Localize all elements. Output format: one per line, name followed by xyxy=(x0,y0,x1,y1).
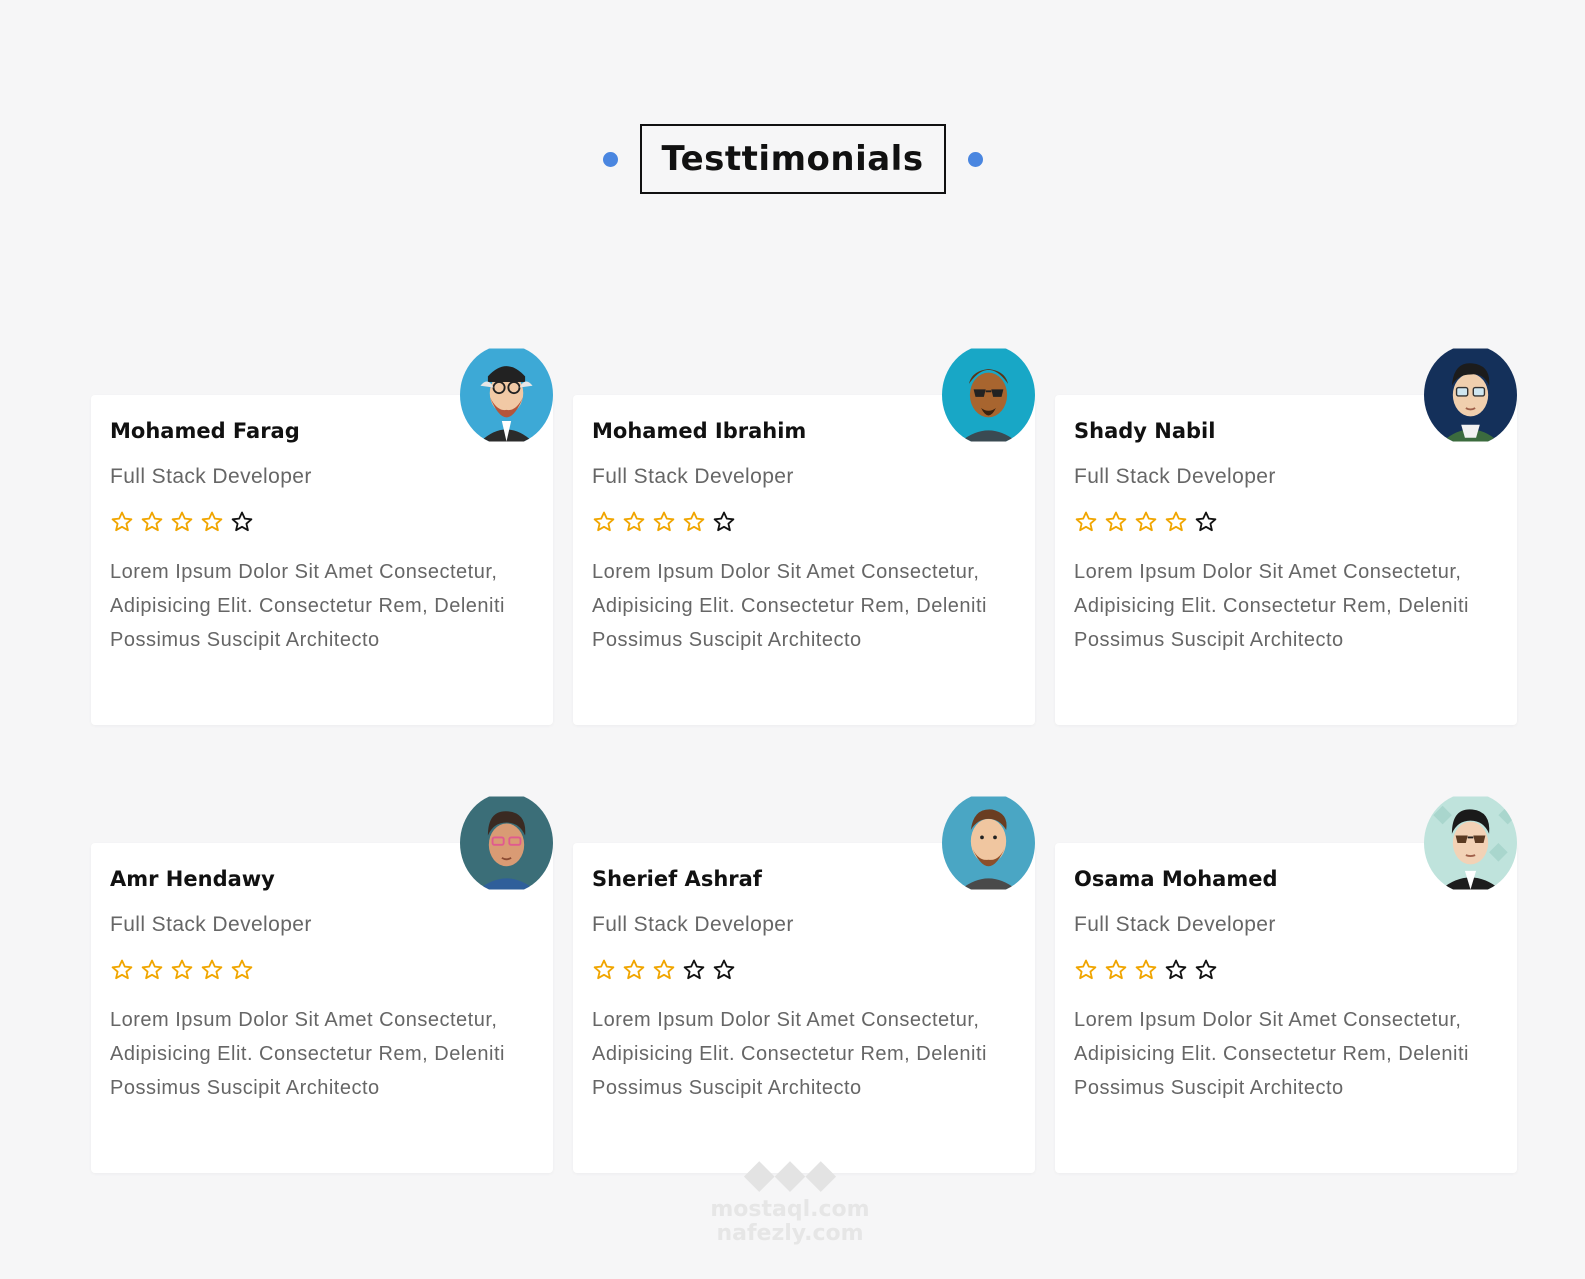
star-rating xyxy=(592,509,1016,535)
watermark-line-2: nafezly.com xyxy=(716,1221,864,1246)
star-filled-icon xyxy=(683,511,705,532)
person-role: Full Stack Developer xyxy=(110,913,312,936)
person-role: Full Stack Developer xyxy=(1074,913,1276,936)
testimonial-text: Lorem Ipsum Dolor Sit Amet Consectetur, … xyxy=(110,561,505,651)
testimonial-text: Lorem Ipsum Dolor Sit Amet Consectetur, … xyxy=(110,1009,505,1099)
bearded-man-avatar xyxy=(942,793,1035,893)
person-role: Full Stack Developer xyxy=(592,913,794,936)
star-empty-icon xyxy=(713,959,735,980)
star-filled-icon xyxy=(623,511,645,532)
sunglasses-suit-man-avatar xyxy=(1424,793,1517,893)
testimonial-card: Shady Nabil Full Stack Developer Lorem I… xyxy=(1055,345,1517,771)
watermark: ◆◆◆ mostaql.com nafezly.com xyxy=(690,1150,890,1246)
star-rating xyxy=(592,957,1016,983)
testimonial-text: Lorem Ipsum Dolor Sit Amet Consectetur, … xyxy=(592,1009,987,1099)
star-filled-icon xyxy=(593,959,615,980)
star-filled-icon xyxy=(111,511,133,532)
card-body: Amr Hendawy Full Stack Developer Lorem I… xyxy=(91,843,553,1173)
star-rating xyxy=(1074,509,1498,535)
testimonial-text: Lorem Ipsum Dolor Sit Amet Consectetur, … xyxy=(1074,561,1469,651)
star-empty-icon xyxy=(1165,959,1187,980)
left-dot-decoration xyxy=(602,151,618,167)
star-filled-icon xyxy=(231,959,253,980)
section-title: Testtimonials xyxy=(639,124,946,194)
star-empty-icon xyxy=(1195,511,1217,532)
star-empty-icon xyxy=(713,511,735,532)
star-filled-icon xyxy=(141,511,163,532)
star-filled-icon xyxy=(1105,511,1127,532)
star-empty-icon xyxy=(683,959,705,980)
testimonial-card: Mohamed Ibrahim Full Stack Developer Lor… xyxy=(573,345,1035,771)
star-filled-icon xyxy=(1075,511,1097,532)
testimonials-grid: Mohamed Farag Full Stack Developer Lorem… xyxy=(91,345,1517,1219)
star-rating xyxy=(1074,957,1498,983)
right-dot-decoration xyxy=(967,151,983,167)
testimonial-card: Osama Mohamed Full Stack Developer Lorem… xyxy=(1055,793,1517,1219)
section-header: Testtimonials xyxy=(0,124,1585,194)
testimonial-card: Amr Hendawy Full Stack Developer Lorem I… xyxy=(91,793,553,1219)
person-role: Full Stack Developer xyxy=(592,465,794,488)
star-rating xyxy=(110,957,534,983)
star-filled-icon xyxy=(201,511,223,532)
watermark-logo: ◆◆◆ xyxy=(743,1151,837,1197)
card-body: Mohamed Farag Full Stack Developer Lorem… xyxy=(91,395,553,725)
pink-glasses-man-avatar xyxy=(460,793,553,893)
testimonial-text: Lorem Ipsum Dolor Sit Amet Consectetur, … xyxy=(1074,1009,1469,1099)
glasses-man-avatar xyxy=(1424,345,1517,445)
star-filled-icon xyxy=(653,959,675,980)
watermark-line-1: mostaql.com xyxy=(710,1197,870,1222)
hipster-glasses-beard-avatar xyxy=(460,345,553,445)
star-empty-icon xyxy=(1195,959,1217,980)
star-filled-icon xyxy=(1135,959,1157,980)
star-empty-icon xyxy=(231,511,253,532)
testimonial-card: Mohamed Farag Full Stack Developer Lorem… xyxy=(91,345,553,771)
star-filled-icon xyxy=(1135,511,1157,532)
star-filled-icon xyxy=(623,959,645,980)
star-filled-icon xyxy=(111,959,133,980)
testimonial-text: Lorem Ipsum Dolor Sit Amet Consectetur, … xyxy=(592,561,987,651)
star-filled-icon xyxy=(171,511,193,532)
person-role: Full Stack Developer xyxy=(110,465,312,488)
testimonials-page: Testtimonials Mohamed Farag Full Stack D… xyxy=(0,0,1585,1279)
star-filled-icon xyxy=(1165,511,1187,532)
person-role: Full Stack Developer xyxy=(1074,465,1276,488)
sunglasses-man-avatar xyxy=(942,345,1035,445)
star-rating xyxy=(110,509,534,535)
card-body: Mohamed Ibrahim Full Stack Developer Lor… xyxy=(573,395,1035,725)
star-filled-icon xyxy=(201,959,223,980)
star-filled-icon xyxy=(141,959,163,980)
star-filled-icon xyxy=(1075,959,1097,980)
card-body: Osama Mohamed Full Stack Developer Lorem… xyxy=(1055,843,1517,1173)
star-filled-icon xyxy=(653,511,675,532)
card-body: Shady Nabil Full Stack Developer Lorem I… xyxy=(1055,395,1517,725)
star-filled-icon xyxy=(171,959,193,980)
card-body: Sherief Ashraf Full Stack Developer Lore… xyxy=(573,843,1035,1173)
star-filled-icon xyxy=(1105,959,1127,980)
star-filled-icon xyxy=(593,511,615,532)
